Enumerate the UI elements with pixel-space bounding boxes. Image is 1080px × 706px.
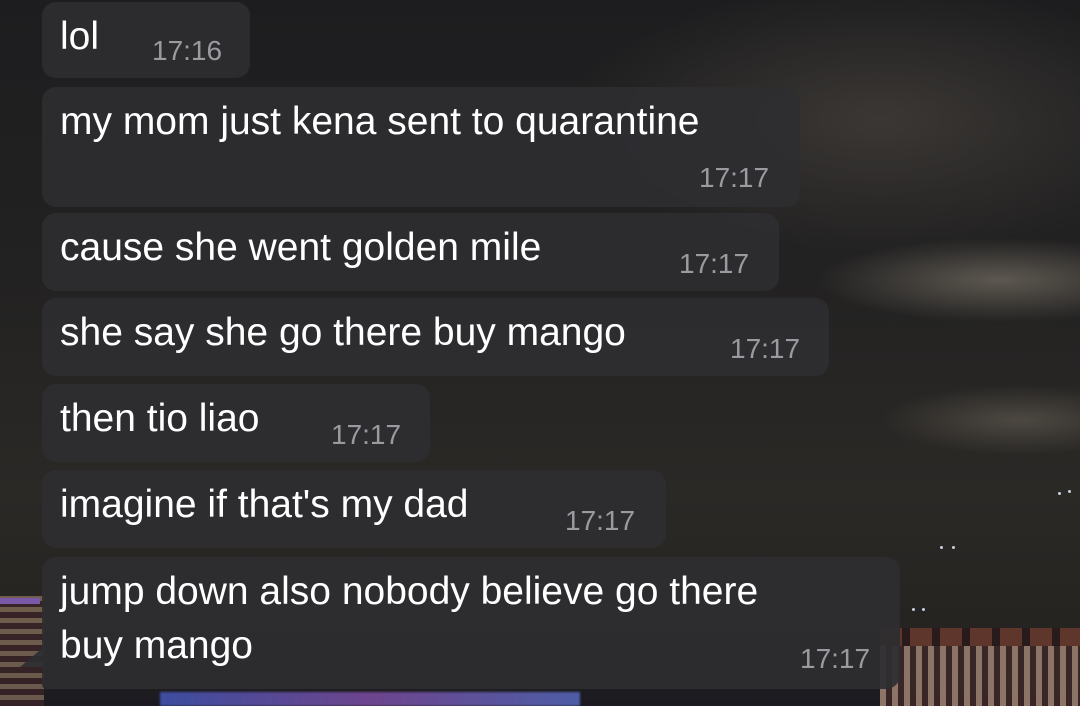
message-bubble[interactable]: then tio liao 17:17 xyxy=(42,384,430,462)
message-bubble[interactable]: cause she went golden mile 17:17 xyxy=(42,213,779,291)
message-text: lol xyxy=(60,15,100,58)
message-bubble[interactable]: she say she go there buy mango 17:17 xyxy=(42,298,829,376)
message-timestamp: 17:17 xyxy=(565,505,636,536)
message-bubble[interactable]: lol 17:16 xyxy=(42,2,250,78)
message-text: my mom just kena sent to quarantine xyxy=(60,100,700,143)
message-timestamp: 17:17 xyxy=(730,333,801,364)
message-bubble[interactable]: imagine if that's my dad 17:17 xyxy=(42,470,666,548)
message-timestamp: 17:17 xyxy=(331,419,402,450)
chat-messages: lol 17:16 my mom just kena sent to quara… xyxy=(0,0,1080,706)
message-timestamp: 17:17 xyxy=(699,162,770,193)
message-timestamp: 17:16 xyxy=(152,35,223,66)
message-text-line-2: buy mango xyxy=(60,624,253,667)
bubble-tail xyxy=(20,645,46,667)
message-text: imagine if that's my dad xyxy=(60,483,469,526)
message-timestamp: 17:17 xyxy=(800,643,871,674)
message-bubble[interactable]: my mom just kena sent to quarantine 17:1… xyxy=(42,87,800,207)
message-text: cause she went golden mile xyxy=(60,226,542,269)
message-bubble[interactable]: jump down also nobody believe go there b… xyxy=(42,557,900,689)
message-timestamp: 17:17 xyxy=(679,248,750,279)
message-text: she say she go there buy mango xyxy=(60,311,626,354)
message-text: then tio liao xyxy=(60,397,260,440)
message-text-line-1: jump down also nobody believe go there xyxy=(60,570,759,613)
